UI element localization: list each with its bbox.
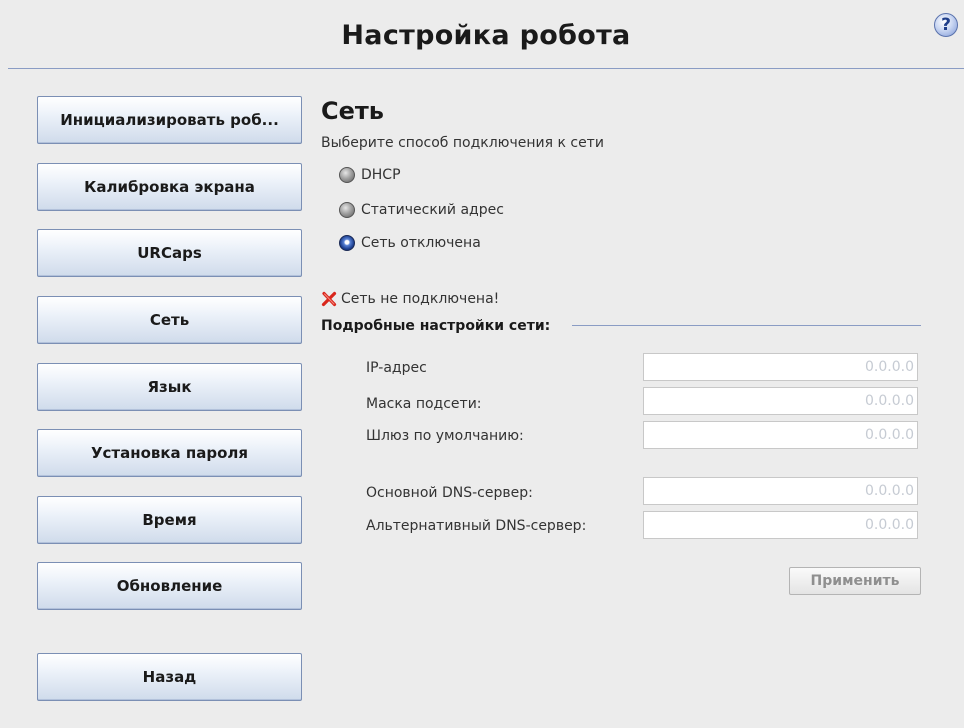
page-title: Настройка робота	[341, 20, 631, 51]
radio-button-icon[interactable]	[339, 167, 355, 183]
sidebar-item-language[interactable]: Язык	[37, 363, 302, 411]
radio-button-icon[interactable]	[339, 202, 355, 218]
sidebar-item-label: Сеть	[149, 311, 190, 329]
ip-address-field[interactable]	[643, 353, 918, 381]
sidebar-item-label: Язык	[147, 378, 192, 396]
help-icon[interactable]: ?	[934, 13, 958, 37]
sidebar-item-label: Установка пароля	[90, 444, 249, 462]
sidebar-item-time[interactable]: Время	[37, 496, 302, 544]
sidebar-item-label: URCaps	[137, 244, 202, 262]
sidebar-item-urcaps[interactable]: URCaps	[37, 229, 302, 277]
radio-label: DHCP	[361, 167, 401, 183]
network-status-text: Сеть не подключена!	[341, 291, 500, 307]
alternative-dns-label: Альтернативный DNS-сервер:	[366, 518, 587, 534]
apply-button[interactable]: Применить	[789, 567, 921, 595]
sidebar-item-label: Инициализировать роб...	[60, 111, 279, 129]
subnet-mask-field[interactable]	[643, 387, 918, 415]
back-button-label: Назад	[142, 668, 197, 686]
default-gateway-label: Шлюз по умолчанию:	[366, 428, 524, 444]
section-subtitle: Выберите способ подключения к сети	[321, 135, 604, 151]
network-status: Сеть не подключена!	[321, 291, 499, 307]
sidebar-item-set-password[interactable]: Установка пароля	[37, 429, 302, 477]
radio-network-disabled[interactable]: Сеть отключена	[339, 235, 481, 251]
radio-dhcp[interactable]: DHCP	[339, 167, 401, 183]
divider	[572, 325, 921, 326]
ip-address-label: IP-адрес	[366, 360, 427, 376]
section-title: Сеть	[321, 97, 384, 125]
subnet-mask-label: Маска подсети:	[366, 396, 482, 412]
sidebar-item-initialize-robot[interactable]: Инициализировать роб...	[37, 96, 302, 144]
back-button[interactable]: Назад	[37, 653, 302, 701]
sidebar-item-update[interactable]: Обновление	[37, 562, 302, 610]
radio-static-address[interactable]: Статический адрес	[339, 202, 504, 218]
advanced-settings-title: Подробные настройки сети:	[321, 318, 551, 334]
radio-button-selected-icon[interactable]	[339, 235, 355, 251]
sidebar-item-label: Время	[142, 511, 197, 529]
default-gateway-field[interactable]	[643, 421, 918, 449]
alternative-dns-field[interactable]	[643, 511, 918, 539]
sidebar-item-screen-calibration[interactable]: Калибровка экрана	[37, 163, 302, 211]
radio-label: Статический адрес	[361, 202, 504, 218]
header: Настройка робота	[8, 0, 964, 69]
primary-dns-field[interactable]	[643, 477, 918, 505]
sidebar-item-label: Калибровка экрана	[84, 178, 255, 196]
sidebar-item-label: Обновление	[116, 577, 223, 595]
apply-button-label: Применить	[810, 573, 900, 589]
radio-label: Сеть отключена	[361, 235, 481, 251]
red-x-icon	[321, 291, 337, 307]
sidebar-item-network[interactable]: Сеть	[37, 296, 302, 344]
primary-dns-label: Основной DNS-сервер:	[366, 485, 533, 501]
